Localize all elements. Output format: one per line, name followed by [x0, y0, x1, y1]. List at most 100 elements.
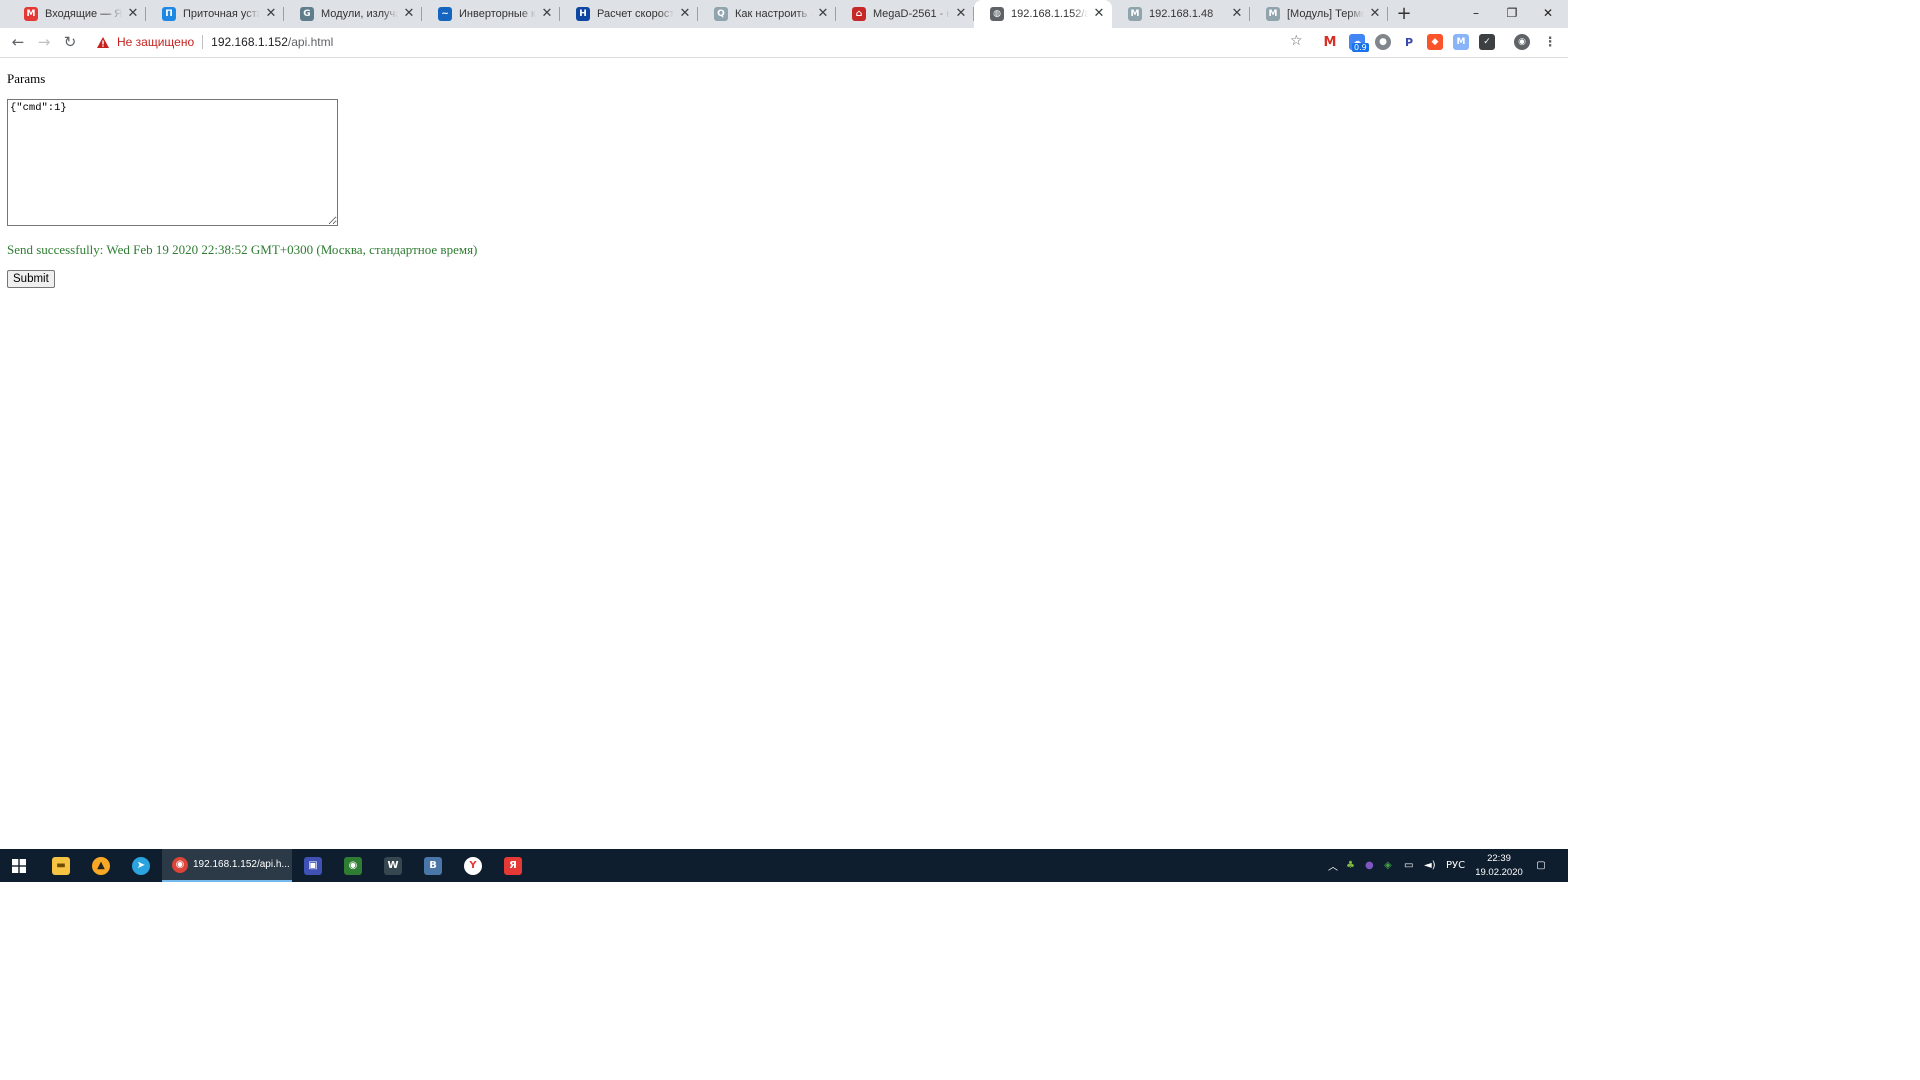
clock-time: 22:39: [1487, 853, 1511, 864]
tray-expand-icon[interactable]: ︿: [1326, 849, 1340, 882]
url-text[interactable]: 192.168.1.152/api.html: [211, 35, 333, 49]
browser-tab[interactable]: ◍ 192.168.1.152/api.html ✕: [974, 0, 1112, 28]
reload-icon[interactable]: ↻: [60, 32, 80, 52]
browser-tab[interactable]: Q Как настроить конт ✕: [698, 0, 836, 28]
restore-button[interactable]: ❐: [1492, 0, 1532, 28]
yandex-app-button[interactable]: Я: [494, 849, 532, 882]
windows-taskbar: ▬ ▲ ➤ ◉ 192.168.1.152/api.h... ▣ ◉ W B Y…: [0, 849, 1568, 882]
folder-icon: ▬: [52, 856, 70, 875]
url-path: /api.html: [287, 35, 334, 49]
telegram-button[interactable]: ➤: [122, 849, 160, 882]
browser-tab[interactable]: П Приточная установка ✕: [146, 0, 284, 28]
volume-tray-icon[interactable]: ◄): [1424, 849, 1440, 882]
shield-extension-icon[interactable]: ◆: [1427, 34, 1443, 50]
tab-separator: [697, 7, 698, 21]
antivirus-tray-icon[interactable]: ◈: [1384, 849, 1398, 882]
yandex-browser-icon: Y: [464, 856, 482, 875]
vk-app-button[interactable]: B: [414, 849, 452, 882]
browser-tab[interactable]: ~ Инверторные комп ✕: [422, 0, 560, 28]
check-extension-icon[interactable]: ✓: [1479, 34, 1495, 50]
browser-tab[interactable]: H Расчет скорости во ✕: [560, 0, 698, 28]
file-explorer-button[interactable]: ▬: [42, 849, 80, 882]
gmail-extension-icon[interactable]: M: [1322, 34, 1338, 50]
bookmark-star-icon[interactable]: ☆: [1290, 33, 1303, 49]
tab-close-icon[interactable]: ✕: [1092, 7, 1106, 21]
tab-close-icon[interactable]: ✕: [126, 7, 140, 21]
tab-title: Входящие — Яндекс: [45, 8, 122, 20]
yandex-icon: Я: [504, 856, 522, 875]
m-extension-icon[interactable]: M: [1453, 34, 1469, 50]
address-bar[interactable]: Не защищено 192.168.1.152/api.html: [90, 31, 1310, 53]
network-tray-icon[interactable]: ▭: [1404, 849, 1420, 882]
tab-title: Приточная установка: [183, 8, 260, 20]
tab-title: 192.168.1.48: [1149, 8, 1214, 20]
language-indicator[interactable]: РУС: [1446, 849, 1470, 882]
incognito-profile-icon[interactable]: ◉: [1514, 34, 1530, 50]
save-app-button[interactable]: ▣: [294, 849, 332, 882]
site-icon: M: [1266, 7, 1280, 21]
back-icon[interactable]: ←: [8, 32, 28, 52]
clock-date: 19.02.2020: [1475, 867, 1523, 878]
eye-app-button[interactable]: ◉: [334, 849, 372, 882]
chrome-icon: ◉: [172, 856, 188, 873]
security-status[interactable]: Не защищено: [117, 35, 194, 49]
extension-badge: 0.9: [1352, 43, 1369, 52]
tanks-app-button[interactable]: W: [374, 849, 412, 882]
tab-separator: [835, 7, 836, 21]
new-tab-button[interactable]: +: [1394, 4, 1414, 24]
warning-icon[interactable]: [97, 36, 109, 48]
home-icon: ⌂: [852, 7, 866, 21]
tab-separator: [559, 7, 560, 21]
browser-tab[interactable]: M [Модуль] Термоста ✕: [1250, 0, 1388, 28]
tab-close-icon[interactable]: ✕: [678, 7, 692, 21]
p-extension-icon[interactable]: P: [1401, 34, 1417, 50]
notifications-icon[interactable]: ▢: [1533, 849, 1549, 882]
params-textarea[interactable]: [7, 99, 338, 226]
browser-tab[interactable]: G Модули, излучатели ✕: [284, 0, 422, 28]
browser-tab[interactable]: M 192.168.1.48 ✕: [1112, 0, 1250, 28]
site-icon: H: [576, 7, 590, 21]
tab-title: Расчет скорости во: [597, 8, 674, 20]
submit-button[interactable]: Submit: [7, 270, 55, 288]
clock[interactable]: 22:39 19.02.2020: [1474, 852, 1524, 880]
tab-close-icon[interactable]: ✕: [954, 7, 968, 21]
tab-separator: [1387, 7, 1388, 21]
yandex-browser-button[interactable]: Y: [454, 849, 492, 882]
tab-separator: [283, 7, 284, 21]
windows-icon: [12, 858, 26, 873]
tab-close-icon[interactable]: ✕: [816, 7, 830, 21]
tray-plant-icon[interactable]: ♣: [1346, 849, 1360, 882]
tab-title: MegaD-2561 - нове: [873, 8, 950, 20]
browser-toolbar: ← → ↻ Не защищено 192.168.1.152/api.html…: [0, 28, 1568, 58]
browser-tab[interactable]: ⌂ MegaD-2561 - нове ✕: [836, 0, 974, 28]
tab-close-icon[interactable]: ✕: [264, 7, 278, 21]
tab-title: Инверторные комп: [459, 8, 536, 20]
telegram-icon: ➤: [132, 856, 150, 875]
tab-close-icon[interactable]: ✕: [402, 7, 416, 21]
tab-close-icon[interactable]: ✕: [1230, 7, 1244, 21]
camera-extension-icon[interactable]: ●: [1375, 34, 1391, 50]
tab-separator: [145, 7, 146, 21]
start-button[interactable]: [0, 849, 38, 882]
app-triangle-button[interactable]: ▲: [82, 849, 120, 882]
tab-strip: M [Модуль] Термоста ✕ M 192.168.1.48 ✕ ◍ 192.16…: [0, 0, 1568, 28]
viber-tray-icon[interactable]: ●: [1365, 849, 1379, 882]
chrome-taskbar-button[interactable]: ◉ 192.168.1.152/api.h...: [162, 849, 292, 882]
tab-separator: [1249, 7, 1250, 21]
menu-dots-icon[interactable]: ⋮: [1542, 34, 1558, 50]
tab-separator: [973, 7, 974, 21]
site-icon: ~: [438, 7, 452, 21]
tab-close-icon[interactable]: ✕: [1368, 7, 1382, 21]
mail-icon: M: [24, 7, 38, 21]
close-window-button[interactable]: ✕: [1528, 0, 1568, 28]
shield-app-icon: W: [384, 856, 402, 875]
page-content: Params Send successfully: Wed Feb 19 202…: [0, 58, 1568, 848]
tab-title: Модули, излучатели: [321, 8, 398, 20]
browser-tab[interactable]: M Входящие — Яндекс ✕: [8, 0, 146, 28]
forward-icon[interactable]: →: [34, 32, 54, 52]
tab-close-icon[interactable]: ✕: [540, 7, 554, 21]
vk-icon: B: [424, 856, 442, 875]
minimize-button[interactable]: –: [1456, 0, 1496, 28]
omnibox-divider: [202, 35, 204, 49]
url-host: 192.168.1.152: [211, 35, 288, 49]
